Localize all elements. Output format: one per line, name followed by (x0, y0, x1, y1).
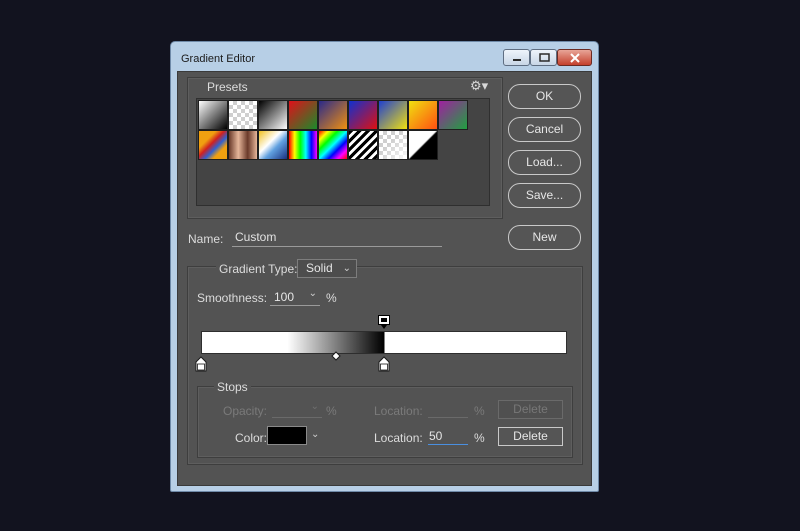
name-field[interactable]: Custom (232, 228, 442, 247)
gradient-type-dropdown[interactable]: Solid ⌄ (297, 259, 357, 278)
presets-label: Presets (207, 80, 248, 94)
preset-swatch[interactable] (198, 130, 228, 160)
chevron-down-icon: ⌄ (310, 401, 319, 412)
minimize-icon (513, 59, 521, 61)
preset-swatch[interactable] (288, 130, 318, 160)
color-swatch[interactable] (267, 426, 307, 445)
chevron-down-icon[interactable]: ⌄ (311, 429, 319, 440)
preset-swatch[interactable] (348, 130, 378, 160)
chevron-down-icon: ⌄ (308, 288, 317, 299)
opacity-label: Opacity: (223, 404, 268, 418)
maximize-button[interactable] (530, 49, 557, 66)
minimize-button[interactable] (503, 49, 530, 66)
new-button[interactable]: New (508, 225, 581, 250)
opacity-stop[interactable] (377, 314, 391, 330)
color-stop[interactable] (377, 356, 391, 373)
save-button[interactable]: Save... (508, 183, 581, 208)
window-title: Gradient Editor (181, 53, 255, 65)
opacity-unit: % (326, 404, 337, 418)
opacity-delete-button: Delete (498, 400, 563, 419)
preset-swatch[interactable] (438, 100, 468, 130)
color-location-unit: % (474, 431, 485, 445)
load-button[interactable]: Load... (508, 150, 581, 175)
stops-label: Stops (214, 380, 251, 394)
preset-swatch[interactable] (318, 100, 348, 130)
maximize-icon (539, 53, 550, 62)
close-icon (570, 53, 580, 63)
preset-swatch[interactable] (258, 130, 288, 160)
color-label: Color: (235, 431, 268, 445)
preset-swatch[interactable] (348, 100, 378, 130)
close-button[interactable] (557, 49, 592, 66)
midpoint-marker[interactable] (331, 351, 342, 361)
color-delete-button[interactable]: Delete (498, 427, 563, 446)
opacity-location-field (428, 400, 468, 418)
cancel-button[interactable]: Cancel (508, 117, 581, 142)
smoothness-unit: % (326, 291, 337, 305)
preset-swatch[interactable] (258, 100, 288, 130)
smoothness-value: 100 (274, 290, 295, 304)
gradient-type-label: Gradient Type: (216, 262, 301, 276)
name-label: Name: (188, 232, 224, 246)
dialog-content: Presets ⚙▾ OK Cancel Load... Save... Nam… (177, 71, 590, 484)
gradient-type-value: Solid (306, 261, 333, 275)
preset-swatch[interactable] (408, 100, 438, 130)
color-location-label: Location: (374, 431, 423, 445)
color-location-value: 50 (429, 429, 443, 443)
stops-group (197, 386, 573, 458)
color-location-field[interactable]: 50 (428, 426, 468, 445)
preset-swatch[interactable] (288, 100, 318, 130)
stop-track (195, 313, 567, 373)
preset-swatch[interactable] (198, 100, 228, 130)
presets-swatch-grid (196, 98, 490, 206)
preset-swatch[interactable] (228, 130, 258, 160)
preset-swatch[interactable] (408, 130, 438, 160)
opacity-location-unit: % (474, 404, 485, 418)
chevron-down-icon: ⌄ (342, 263, 351, 274)
ok-button[interactable]: OK (508, 84, 581, 109)
preset-swatch[interactable] (228, 100, 258, 130)
name-value: Custom (235, 230, 277, 244)
color-stop[interactable] (194, 356, 208, 373)
smoothness-label: Smoothness: (197, 291, 268, 305)
preset-swatch[interactable] (378, 130, 408, 160)
title-bar[interactable]: Gradient Editor (171, 42, 598, 71)
preset-swatch[interactable] (318, 130, 348, 160)
opacity-field: ⌄ (272, 400, 322, 418)
gear-icon[interactable]: ⚙▾ (470, 78, 488, 94)
opacity-location-label: Location: (374, 404, 423, 418)
smoothness-field[interactable]: 100 ⌄ (270, 287, 320, 306)
preset-swatch[interactable] (378, 100, 408, 130)
